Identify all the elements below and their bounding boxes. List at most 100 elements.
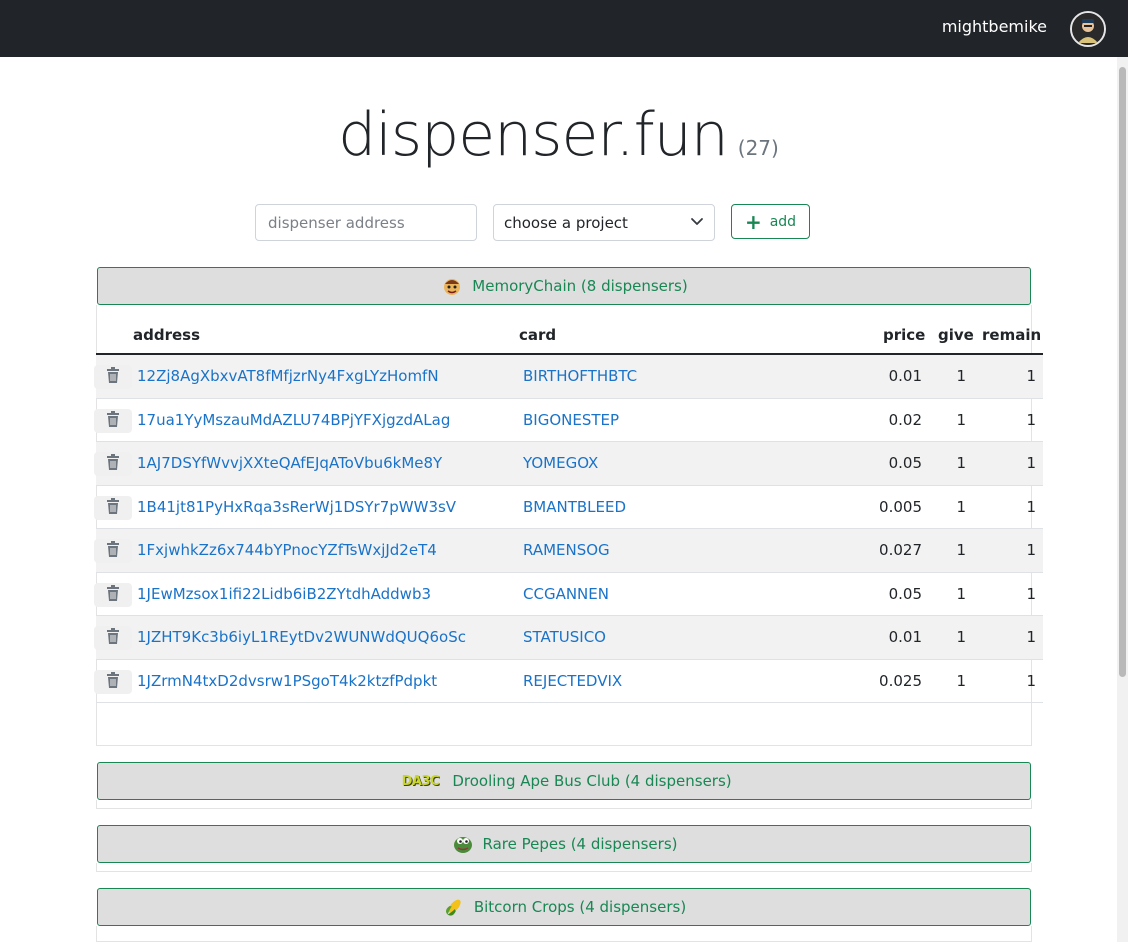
accordion-label: Drooling Ape Bus Club (4 dispensers)	[452, 772, 732, 790]
page-title-block: dispenser.fun (27)	[0, 100, 1117, 170]
table-row: 1B41jt81PyHxRqa3sRerWj1DSYr7pWW3sV BMANT…	[94, 486, 1043, 529]
table-row: 1FxjwhkZz6x744bYPnocYZfTsWxjJd2eT4 RAMEN…	[94, 529, 1043, 573]
username[interactable]: mightbemike	[942, 17, 1047, 36]
row-give: 1	[956, 628, 966, 646]
accordion-label: Bitcorn Crops (4 dispensers)	[473, 898, 687, 916]
dispenser-count: (27)	[737, 136, 779, 160]
row-address-link[interactable]: 1B41jt81PyHxRqa3sRerWj1DSYr7pWW3sV	[137, 498, 456, 516]
top-navbar: mightbemike	[0, 0, 1128, 57]
row-remain: 1	[1026, 584, 1036, 603]
table-header: address card price give remain	[96, 310, 1043, 355]
trash-icon	[106, 367, 120, 387]
row-card-link[interactable]: BIRTHOFTHBTC	[523, 367, 637, 385]
add-button-label: add	[769, 213, 797, 230]
table-row: 1AJ7DSYfWvvjXXteQAfEJqAToVbu6kMe8Y YOMEG…	[94, 442, 1043, 486]
corn-icon	[442, 895, 466, 919]
row-price: 0.05	[888, 454, 922, 472]
accordion-label: Rare Pepes (4 dispensers)	[482, 835, 678, 853]
row-remain: 1	[1026, 497, 1036, 516]
row-card-link[interactable]: BMANTBLEED	[523, 498, 626, 516]
row-card-link[interactable]: CCGANNEN	[523, 585, 609, 603]
col-card[interactable]: card	[519, 326, 556, 344]
project-select-value: choose a project	[504, 213, 628, 232]
col-give[interactable]: give	[938, 326, 974, 344]
row-remain: 1	[1026, 367, 1036, 385]
col-address[interactable]: address	[133, 326, 200, 344]
row-price: 0.02	[888, 410, 922, 429]
trash-icon	[106, 410, 120, 431]
table-row: 17ua1YyMszauMdAZLU74BPjYFXjgzdALag BIGON…	[94, 399, 1043, 442]
row-price: 0.005	[879, 497, 922, 516]
delete-button[interactable]	[94, 452, 132, 476]
row-remain: 1	[1026, 671, 1036, 690]
row-remain: 1	[1026, 410, 1036, 429]
row-address-link[interactable]: 17ua1YyMszauMdAZLU74BPjYFXjgzdALag	[137, 411, 450, 429]
accordion-body-drooling-ape-bus-club	[96, 800, 1032, 809]
row-address-link[interactable]: 1AJ7DSYfWvvjXXteQAfEJqAToVbu6kMe8Y	[137, 454, 442, 472]
row-price: 0.01	[888, 367, 922, 385]
scrollbar-thumb[interactable]	[1119, 67, 1126, 677]
row-price: 0.027	[879, 541, 922, 559]
memorychain-icon	[440, 274, 464, 298]
row-card-link[interactable]: BIGONESTEP	[523, 411, 619, 429]
pepe-icon	[451, 832, 475, 856]
accordion-body-rare-pepes	[96, 863, 1032, 872]
accordion-header-drooling-ape-bus-club[interactable]: DA3C Drooling Ape Bus Club (4 dispensers…	[97, 762, 1031, 800]
delete-button[interactable]	[94, 626, 132, 650]
table-row: 1JZHT9Kc3b6iyL1REytDv2WUNWdQUQ6oSc STATU…	[94, 616, 1043, 660]
accordion-header-bitcorn-crops[interactable]: Bitcorn Crops (4 dispensers)	[97, 888, 1031, 926]
table-row: 1JEwMzsox1ifi22Lidb6iB2ZYtdhAddwb3 CCGAN…	[94, 573, 1043, 616]
page-title: dispenser.fun	[338, 100, 729, 170]
row-remain: 1	[1026, 541, 1036, 559]
plus-icon: +	[744, 209, 762, 234]
accordion-body-bitcorn-crops	[96, 926, 1032, 942]
delete-button[interactable]	[94, 582, 132, 607]
row-remain: 1	[1026, 454, 1036, 472]
row-give: 1	[956, 541, 966, 559]
col-remain[interactable]: remain	[982, 326, 1041, 344]
chevron-down-icon	[690, 214, 704, 232]
page-scrollbar[interactable]	[1117, 57, 1128, 942]
accordion-header-memorychain[interactable]: MemoryChain (8 dispensers)	[97, 267, 1031, 305]
row-give: 1	[956, 367, 966, 385]
dispenser-address-input[interactable]	[255, 204, 477, 241]
row-price: 0.025	[879, 671, 922, 690]
trash-icon	[106, 454, 120, 474]
row-card-link[interactable]: REJECTEDVIX	[523, 672, 622, 690]
delete-button[interactable]	[94, 539, 132, 563]
row-give: 1	[956, 584, 966, 603]
row-address-link[interactable]: 1JZHT9Kc3b6iyL1REytDv2WUNWdQUQ6oSc	[137, 628, 466, 646]
trash-icon	[106, 628, 120, 648]
row-address-link[interactable]: 12Zj8AgXbxvAT8fMfjzrNy4FxgLYzHomfN	[137, 367, 439, 385]
row-card-link[interactable]: STATUSICO	[523, 628, 606, 646]
row-card-link[interactable]: RAMENSOG	[523, 541, 610, 559]
accordion-label: MemoryChain (8 dispensers)	[472, 277, 688, 295]
row-address-link[interactable]: 1JZrmN4txD2dvsrw1PSgoT4k2ktzfPdpkt	[137, 672, 437, 690]
add-button[interactable]: + add	[731, 204, 810, 239]
delete-button[interactable]	[94, 495, 132, 520]
accordion-header-rare-pepes[interactable]: Rare Pepes (4 dispensers)	[97, 825, 1031, 863]
row-price: 0.01	[888, 628, 922, 646]
row-remain: 1	[1026, 628, 1036, 646]
delete-button[interactable]	[94, 365, 132, 389]
row-card-link[interactable]: YOMEGOX	[523, 454, 598, 472]
table-row: 12Zj8AgXbxvAT8fMfjzrNy4FxgLYzHomfN BIRTH…	[94, 355, 1043, 399]
row-give: 1	[956, 671, 966, 690]
table-row: 1JZrmN4txD2dvsrw1PSgoT4k2ktzfPdpkt REJEC…	[94, 660, 1043, 703]
trash-icon	[106, 541, 120, 561]
project-select[interactable]: choose a project	[493, 204, 715, 241]
row-address-link[interactable]: 1JEwMzsox1ifi22Lidb6iB2ZYtdhAddwb3	[137, 585, 431, 603]
row-price: 0.05	[888, 584, 922, 603]
row-give: 1	[956, 410, 966, 429]
dispenser-table: address card price give remain 12Zj8AgXb…	[94, 310, 1043, 703]
dabc-logo-icon: DA3C	[401, 773, 440, 789]
col-price[interactable]: price	[883, 326, 925, 344]
trash-icon	[106, 497, 120, 518]
row-give: 1	[956, 454, 966, 472]
delete-button[interactable]	[94, 408, 132, 433]
trash-icon	[106, 671, 120, 692]
trash-icon	[106, 584, 120, 605]
delete-button[interactable]	[94, 669, 132, 694]
user-avatar-icon[interactable]	[1070, 11, 1106, 47]
row-address-link[interactable]: 1FxjwhkZz6x744bYPnocYZfTsWxjJd2eT4	[137, 541, 437, 559]
